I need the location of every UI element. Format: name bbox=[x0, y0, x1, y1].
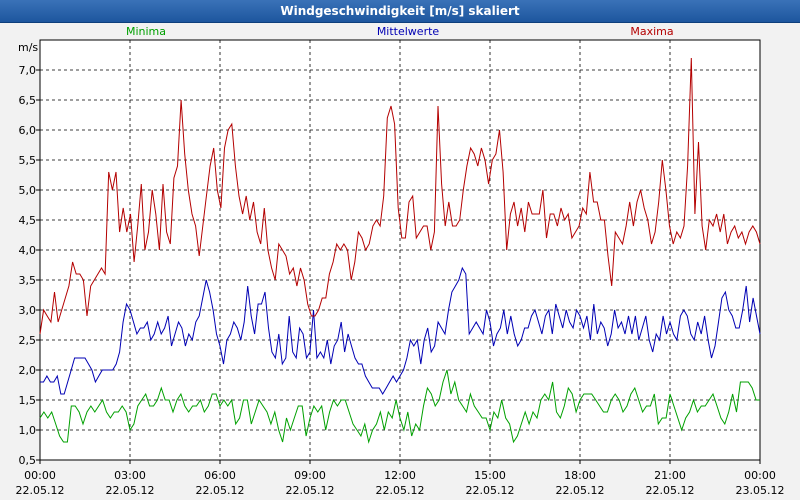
x-tick-time: 06:00 bbox=[204, 469, 236, 482]
x-tick-time: 18:00 bbox=[564, 469, 596, 482]
y-tick-label: 6,0 bbox=[19, 124, 37, 137]
y-tick-label: 5,0 bbox=[19, 184, 37, 197]
x-tick-date: 22.05.12 bbox=[556, 484, 605, 497]
x-tick-time: 00:00 bbox=[744, 469, 776, 482]
y-tick-label: 2,5 bbox=[19, 334, 37, 347]
y-tick-label: 7,0 bbox=[19, 64, 37, 77]
x-tick-time: 09:00 bbox=[294, 469, 326, 482]
x-tick-date: 22.05.12 bbox=[376, 484, 425, 497]
x-tick-time: 12:00 bbox=[384, 469, 416, 482]
x-tick-time: 15:00 bbox=[474, 469, 506, 482]
x-tick-date: 22.05.12 bbox=[106, 484, 155, 497]
x-tick-time: 00:00 bbox=[24, 469, 56, 482]
y-tick-label: 0,5 bbox=[19, 454, 37, 467]
y-tick-label: 3,0 bbox=[19, 304, 37, 317]
legend: Minima Mittelwerte Maxima bbox=[126, 25, 674, 38]
y-tick-label: 4,0 bbox=[19, 244, 37, 257]
y-tick-label: 5,5 bbox=[19, 154, 37, 167]
x-tick-date: 23.05.12 bbox=[736, 484, 785, 497]
y-tick-label: 4,5 bbox=[19, 214, 37, 227]
x-tick-date: 22.05.12 bbox=[16, 484, 65, 497]
y-tick-label: 1,5 bbox=[19, 394, 37, 407]
x-tick-time: 21:00 bbox=[654, 469, 686, 482]
x-tick-time: 03:00 bbox=[114, 469, 146, 482]
x-tick-date: 22.05.12 bbox=[646, 484, 695, 497]
chart: 0,5 1,0 1,5 2,0 2,5 3,0 3,5 4,0 4,5 5,0 5,5 6,0 6,5 7… bbox=[16, 25, 785, 497]
y-tick-label: 6,5 bbox=[19, 94, 37, 107]
chart-window: Windgeschwindigkeit [m/s] skaliert 0,5 1,… bbox=[0, 0, 800, 500]
y-tick-label: 2,0 bbox=[19, 364, 37, 377]
x-tick-date: 22.05.12 bbox=[466, 484, 515, 497]
x-tick-date: 22.05.12 bbox=[286, 484, 335, 497]
y-tick-label: 3,5 bbox=[19, 274, 37, 287]
legend-minima: Minima bbox=[126, 25, 166, 38]
x-tick-date: 22.05.12 bbox=[196, 484, 245, 497]
legend-mittelwerte: Mittelwerte bbox=[377, 25, 440, 38]
y-tick-label: 1,0 bbox=[19, 424, 37, 437]
legend-maxima: Maxima bbox=[630, 25, 673, 38]
y-axis-label: m/s bbox=[18, 41, 38, 54]
